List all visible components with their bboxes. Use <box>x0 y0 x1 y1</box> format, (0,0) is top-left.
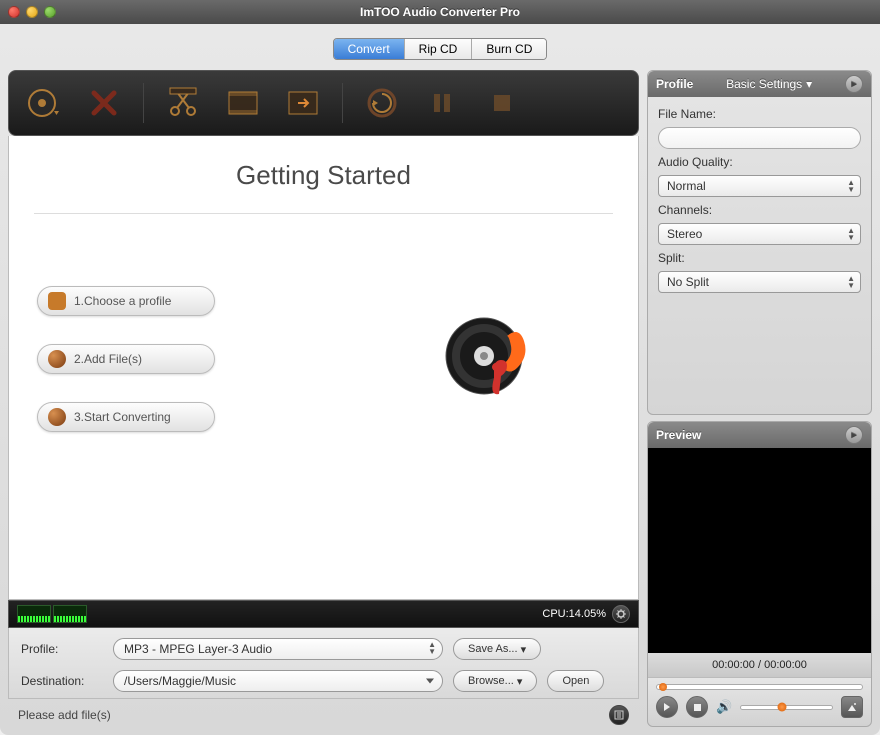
cpu-settings-button[interactable] <box>612 605 630 623</box>
output-settings: Profile: MP3 - MPEG Layer-3 Audio ▲▼ Sav… <box>8 628 639 699</box>
panel-collapse-button[interactable]: ▸ <box>845 75 863 93</box>
effects-button[interactable] <box>222 82 264 124</box>
step-label: 2.Add File(s) <box>74 352 142 366</box>
audio-quality-label: Audio Quality: <box>658 155 861 169</box>
toolbar-separator <box>143 83 144 123</box>
log-button[interactable] <box>609 705 629 725</box>
tab-convert[interactable]: Convert <box>334 39 405 59</box>
disc-artwork <box>439 306 539 411</box>
toolbar <box>8 70 639 136</box>
volume-slider[interactable] <box>740 705 833 710</box>
step-label: 3.Start Converting <box>74 410 171 424</box>
updown-icon: ▲▼ <box>847 275 855 289</box>
destination-label: Destination: <box>21 674 103 688</box>
pause-button[interactable] <box>421 82 463 124</box>
step-start-converting[interactable]: 3.Start Converting <box>37 402 215 432</box>
volume-icon: 🔊 <box>716 699 732 715</box>
destination-value: /Users/Maggie/Music <box>124 674 236 688</box>
updown-icon: ▲▼ <box>847 179 855 193</box>
preview-title: Preview <box>656 428 701 442</box>
browse-button[interactable]: Browse... ▾ <box>453 670 537 692</box>
profile-icon <box>48 292 66 310</box>
play-button[interactable] <box>656 696 678 718</box>
cpu-meter-bar: CPU:14.05% <box>8 600 639 628</box>
status-text: Please add file(s) <box>18 708 111 722</box>
seek-slider[interactable] <box>656 684 863 690</box>
divider <box>34 213 613 214</box>
split-label: Split: <box>658 251 861 265</box>
updown-icon: ▲▼ <box>428 641 436 655</box>
merge-button[interactable] <box>282 82 324 124</box>
stop-button[interactable] <box>481 82 523 124</box>
basic-settings-dropdown[interactable]: Basic Settings ▾ <box>726 77 812 91</box>
open-button[interactable]: Open <box>547 670 604 692</box>
cpu-graph-core <box>17 605 51 623</box>
file-list-area: Getting Started 1.Choose a profile 2.Add… <box>8 136 639 600</box>
preview-screen <box>648 448 871 653</box>
add-media-button[interactable] <box>23 82 65 124</box>
convert-button[interactable] <box>361 82 403 124</box>
stop-preview-button[interactable] <box>686 696 708 718</box>
profile-tab[interactable]: Profile <box>656 77 693 91</box>
save-as-button[interactable]: Save As... ▾ <box>453 638 541 660</box>
step-label: 1.Choose a profile <box>74 294 171 308</box>
window-title: ImTOO Audio Converter Pro <box>0 5 880 19</box>
title-bar: ImTOO Audio Converter Pro <box>0 0 880 24</box>
mode-tabs: Convert Rip CD Burn CD <box>8 32 872 70</box>
status-bar: Please add file(s) <box>8 699 639 727</box>
cpu-graph-core <box>53 605 87 623</box>
panel-collapse-button[interactable]: ▸ <box>845 426 863 444</box>
profile-label: Profile: <box>21 642 103 656</box>
disc-icon <box>48 350 66 368</box>
step-add-files[interactable]: 2.Add File(s) <box>37 344 215 374</box>
audio-quality-select[interactable]: Normal ▲▼ <box>658 175 861 197</box>
tab-rip-cd[interactable]: Rip CD <box>405 39 473 59</box>
profile-select[interactable]: MP3 - MPEG Layer-3 Audio ▲▼ <box>113 638 443 660</box>
channels-select[interactable]: Stereo ▲▼ <box>658 223 861 245</box>
profile-value: MP3 - MPEG Layer-3 Audio <box>124 642 272 656</box>
cpu-label: CPU:14.05% <box>542 608 606 620</box>
tab-burn-cd[interactable]: Burn CD <box>472 39 546 59</box>
step-choose-profile[interactable]: 1.Choose a profile <box>37 286 215 316</box>
profile-settings-panel: Profile Basic Settings ▾ ▸ File Name: Au… <box>647 70 872 415</box>
file-name-label: File Name: <box>658 107 861 121</box>
remove-button[interactable] <box>83 82 125 124</box>
destination-select[interactable]: /Users/Maggie/Music <box>113 670 443 692</box>
split-select[interactable]: No Split ▲▼ <box>658 271 861 293</box>
preview-panel: Preview ▸ 00:00:00 / 00:00:00 <box>647 421 872 727</box>
updown-icon: ▲▼ <box>847 227 855 241</box>
convert-icon <box>48 408 66 426</box>
preview-time: 00:00:00 / 00:00:00 <box>648 653 871 677</box>
getting-started-title: Getting Started <box>236 160 411 191</box>
toolbar-separator <box>342 83 343 123</box>
chevron-down-icon: ▾ <box>806 77 812 91</box>
channels-label: Channels: <box>658 203 861 217</box>
cut-clip-button[interactable] <box>162 82 204 124</box>
snapshot-button[interactable] <box>841 696 863 718</box>
file-name-input[interactable] <box>658 127 861 149</box>
